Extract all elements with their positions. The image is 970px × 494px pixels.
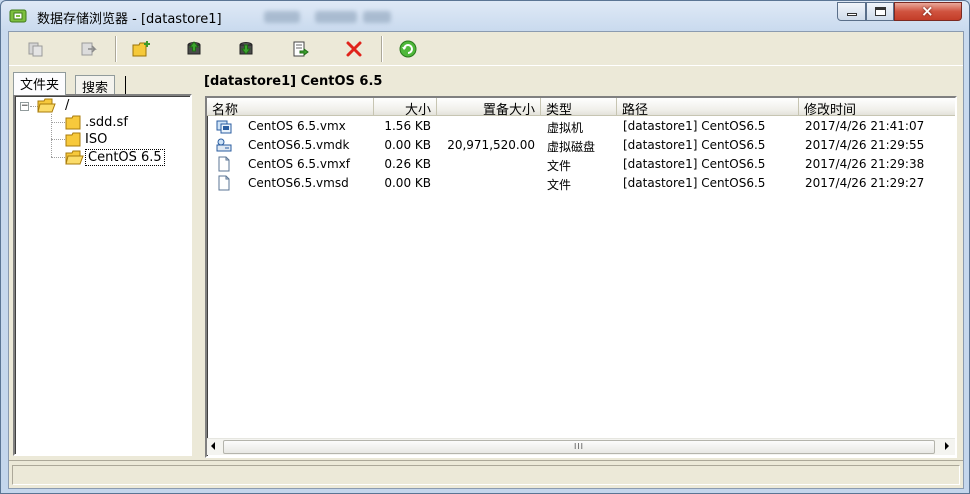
tree-node-label: .sdd.sf	[85, 115, 128, 130]
folder-tree[interactable]: − / .sdd.sf ISO CentOS 6.5	[13, 94, 192, 456]
title-blur	[363, 11, 391, 23]
status-bar	[9, 460, 963, 488]
cell-type: 文件	[547, 159, 572, 173]
app-icon	[9, 9, 27, 23]
cell-name: CentOS 6.5.vmxf	[248, 157, 350, 171]
scroll-thumb[interactable]: III	[223, 440, 935, 454]
cell-size: 1.56 KB	[384, 119, 431, 133]
tree-line	[51, 157, 65, 158]
cell-type: 文件	[547, 178, 572, 192]
table-row[interactable]: CentOS6.5.vmdk 0.00 KB 20,971,520.00 虚拟磁…	[207, 136, 955, 155]
cell-modified: 2017/4/26 21:29:27	[805, 176, 925, 190]
tree-node-root[interactable]: /	[37, 97, 71, 114]
tree-node-label: CentOS 6.5	[85, 149, 165, 166]
cell-size: 0.00 KB	[384, 176, 431, 190]
scroll-right-icon[interactable]	[945, 442, 949, 450]
cell-type: 虚拟磁盘	[547, 140, 596, 154]
current-path-title: [datastore1] CentOS 6.5	[204, 74, 383, 89]
window-title: 数据存储浏览器 - [datastore1]	[37, 12, 222, 27]
toolbar	[9, 32, 963, 66]
left-pane-tabs: 文件夹 搜索	[9, 72, 195, 96]
tree-node-sdd[interactable]: .sdd.sf	[65, 114, 130, 131]
virtual-disk-icon	[216, 138, 232, 152]
datastore-browser-window: 数据存储浏览器 - [datastore1] × 文件夹 搜索 − / .sdd…	[0, 0, 970, 494]
refresh-icon	[399, 40, 417, 58]
column-header-type[interactable]: 类型	[541, 98, 617, 118]
table-row[interactable]: CentOS 6.5.vmxf 0.26 KB 文件 [datastore1] …	[207, 155, 955, 174]
client-area: 文件夹 搜索 − / .sdd.sf ISO CentOS 6.5 [datas…	[8, 31, 964, 489]
close-button[interactable]: ×	[894, 2, 962, 21]
copy-button[interactable]	[23, 36, 49, 62]
cell-path: [datastore1] CentOS6.5	[623, 176, 766, 190]
file-list[interactable]: 名称 大小 置备大小 类型 路径 修改时间 CentOS 6.5.vmx 1.5…	[205, 96, 957, 458]
toolbar-separator	[381, 36, 383, 62]
column-header-name[interactable]: 名称	[207, 98, 374, 118]
column-header-path[interactable]: 路径	[617, 98, 799, 118]
cell-provisioned: 20,971,520.00	[447, 138, 535, 152]
cell-type: 虚拟机	[547, 121, 584, 135]
collapse-toggle[interactable]: −	[20, 102, 29, 111]
refresh-button[interactable]	[395, 36, 421, 62]
tab-search[interactable]: 搜索	[75, 75, 116, 96]
title-blur	[264, 11, 300, 23]
tree-node-label: /	[65, 98, 70, 113]
cell-path: [datastore1] CentOS6.5	[623, 157, 766, 171]
title-bar[interactable]: 数据存储浏览器 - [datastore1] ×	[1, 1, 969, 31]
minimize-button[interactable]	[837, 2, 866, 21]
new-folder-button[interactable]	[129, 36, 155, 62]
file-icon	[218, 175, 230, 191]
cell-name: CentOS 6.5.vmx	[248, 119, 346, 133]
maximize-button[interactable]	[866, 2, 894, 21]
file-icon	[218, 156, 230, 172]
tree-line	[51, 139, 65, 140]
maximize-icon	[875, 7, 886, 16]
close-icon: ×	[921, 2, 934, 20]
column-header-provisioned[interactable]: 置备大小	[437, 98, 541, 118]
tree-node-iso[interactable]: ISO	[65, 131, 109, 148]
cell-modified: 2017/4/26 21:29:38	[805, 157, 925, 171]
minimize-icon	[847, 13, 857, 16]
tree-line	[51, 122, 65, 123]
cell-name: CentOS6.5.vmdk	[248, 138, 350, 152]
folder-icon	[65, 115, 81, 130]
tab-folders[interactable]: 文件夹	[13, 72, 67, 95]
delete-icon	[346, 41, 362, 57]
horizontal-scrollbar[interactable]: III	[207, 438, 955, 455]
title-blur	[315, 11, 357, 23]
column-headers: 名称 大小 置备大小 类型 路径 修改时间	[207, 98, 955, 118]
download-icon	[239, 42, 253, 55]
vm-config-icon	[216, 120, 232, 134]
cell-modified: 2017/4/26 21:41:07	[805, 119, 925, 133]
download-button[interactable]	[233, 36, 259, 62]
tree-line	[51, 114, 52, 157]
register-vm-icon	[293, 41, 309, 57]
move-button[interactable]	[75, 36, 101, 62]
scroll-left-icon[interactable]	[211, 442, 215, 450]
delete-button[interactable]	[341, 36, 367, 62]
column-header-modified[interactable]: 修改时间	[799, 98, 955, 118]
folder-icon	[65, 132, 81, 147]
cell-size: 0.26 KB	[384, 157, 431, 171]
cell-name: CentOS6.5.vmsd	[248, 176, 349, 190]
folder-icon	[37, 98, 56, 113]
upload-button[interactable]	[181, 36, 207, 62]
status-panel	[12, 465, 960, 485]
upload-icon	[187, 41, 201, 55]
cell-path: [datastore1] CentOS6.5	[623, 138, 766, 152]
table-row[interactable]: CentOS6.5.vmsd 0.00 KB 文件 [datastore1] C…	[207, 174, 955, 193]
toolbar-separator	[115, 36, 117, 62]
register-vm-button[interactable]	[287, 36, 313, 62]
tree-node-centos[interactable]: CentOS 6.5	[65, 149, 165, 166]
cell-modified: 2017/4/26 21:29:55	[805, 138, 925, 152]
column-header-size[interactable]: 大小	[374, 98, 437, 118]
cell-size: 0.00 KB	[384, 138, 431, 152]
tree-node-label: ISO	[85, 132, 108, 147]
table-row[interactable]: CentOS 6.5.vmx 1.56 KB 虚拟机 [datastore1] …	[207, 117, 955, 136]
open-folder-icon	[65, 150, 84, 165]
tab-divider	[125, 76, 127, 94]
cell-path: [datastore1] CentOS6.5	[623, 119, 766, 133]
move-icon	[81, 42, 97, 56]
new-folder-icon	[132, 41, 150, 57]
copy-icon	[28, 42, 43, 57]
